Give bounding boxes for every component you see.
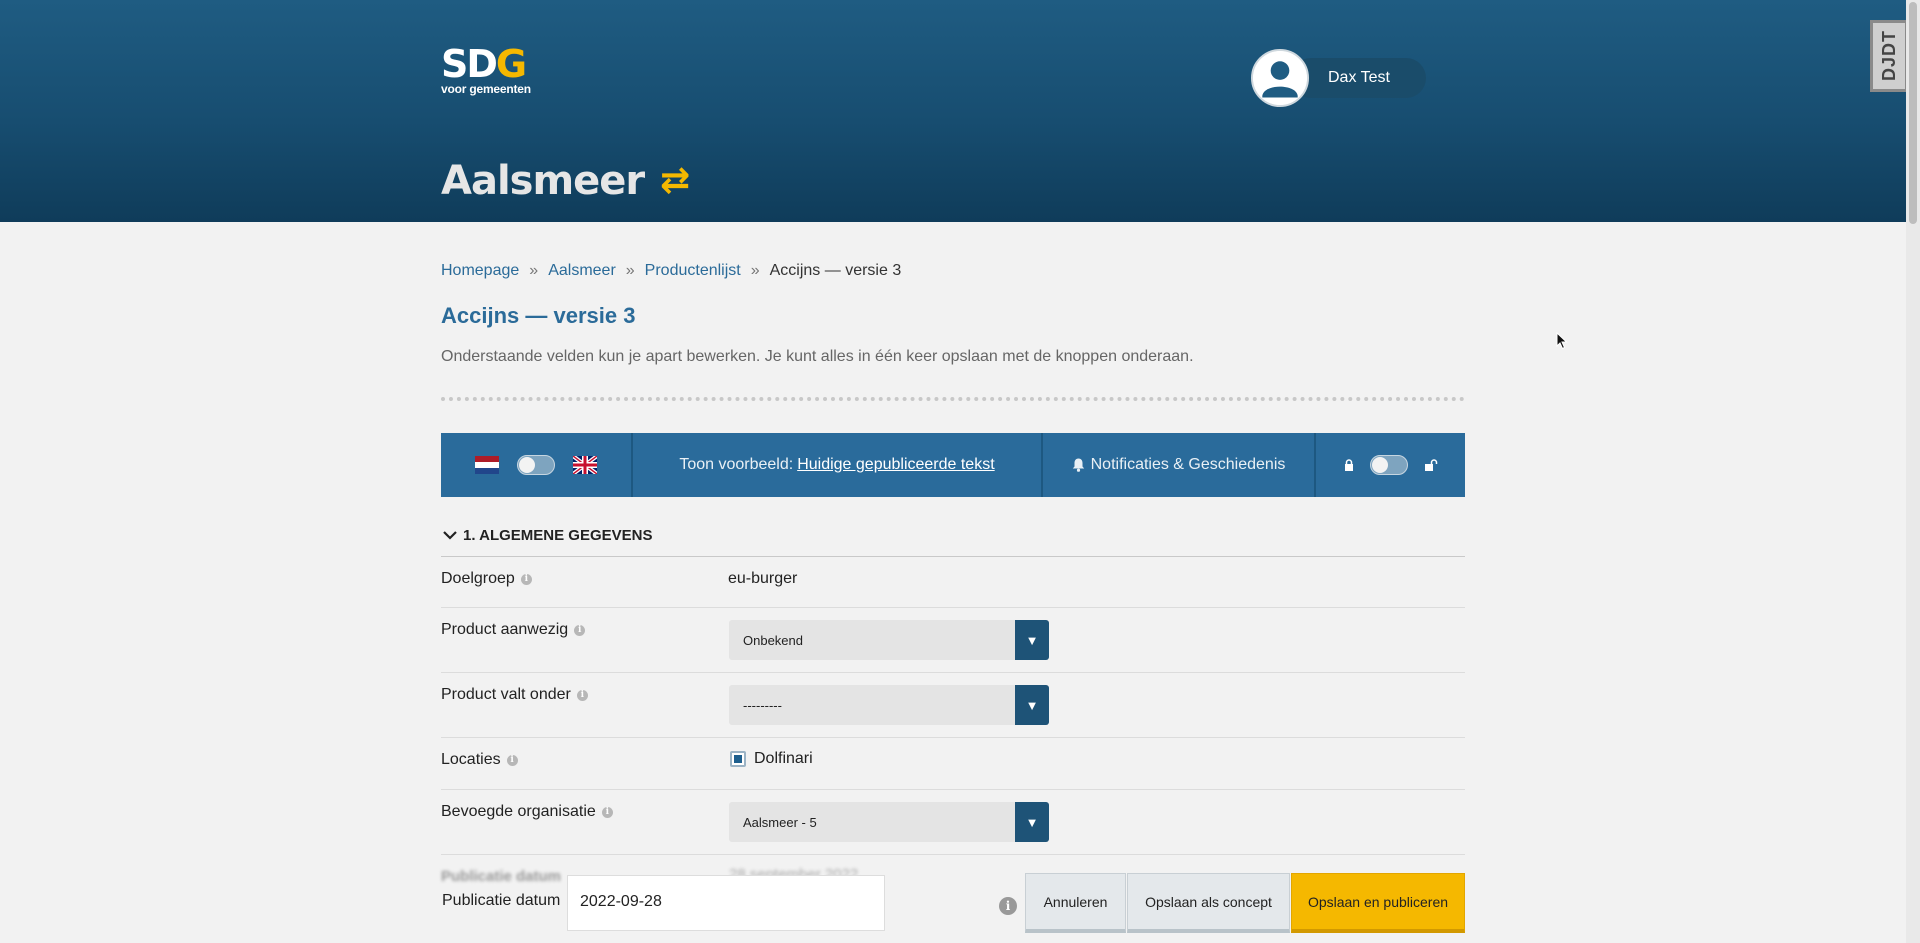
locatie-option: Dolfinari [730,750,813,768]
lock-switch [1316,433,1465,497]
field-label: Locaties i [441,751,518,769]
breadcrumb-productlist[interactable]: Productenlijst [645,262,741,280]
logo-subtitle: voor gemeenten [441,82,531,96]
dropdown-arrow-icon: ▼ [1015,802,1049,842]
info-icon[interactable]: i [574,624,586,636]
lock-toggle[interactable] [1369,455,1408,475]
breadcrumb-separator: » [529,262,539,279]
product-valt-onder-select[interactable]: --------- ▼ [729,685,1049,725]
user-name: Dax Test [1291,58,1426,98]
field-label: Bevoegde organisatie i [441,803,613,821]
page-intro: Onderstaande velden kun je apart bewerke… [441,348,1194,365]
preview-published-link[interactable]: Huidige gepubliceerde tekst [797,456,994,474]
debug-toolbar-handle[interactable]: DJDT [1870,20,1908,92]
field-label: Product aanwezig i [441,621,586,639]
municipality-title: Aalsmeer ⇄ [441,158,690,204]
preview-label: Toon voorbeeld: [679,456,794,473]
language-switch [441,433,633,497]
notifications-label: Notificaties & Geschiedenis [1090,456,1286,473]
unlock-icon [1424,459,1437,471]
switch-municipality-icon[interactable]: ⇄ [660,163,690,199]
bell-icon [1072,458,1084,472]
field-label: Product valt onder i [441,686,588,704]
section-title: 1. ALGEMENE GEGEVENS [463,527,653,544]
info-icon[interactable]: i [601,806,613,818]
notifications-button[interactable]: Notificaties & Geschiedenis [1043,433,1316,497]
chevron-down-icon [443,531,457,540]
info-icon[interactable]: i [576,689,588,701]
user-menu[interactable]: Dax Test [1251,48,1426,108]
site-header: SDG voor gemeenten Dax Test Aalsmeer ⇄ [0,0,1906,222]
breadcrumb: Homepage » Aalsmeer » Productenlijst » A… [441,262,901,280]
logo-accent: G [495,42,527,86]
sdg-logo[interactable]: SDG voor gemeenten [441,44,531,96]
preview-section: Toon voorbeeld: Huidige gepubliceerde te… [633,433,1043,497]
publication-date-input[interactable]: 2022-09-28 [567,875,885,931]
locatie-label: Dolfinari [754,750,813,767]
product-aanwezig-select[interactable]: Onbekend ▼ [729,620,1049,660]
english-flag-icon[interactable] [573,456,597,474]
breadcrumb-separator: » [750,262,760,279]
dutch-flag-icon[interactable] [475,456,499,474]
mouse-cursor-icon [1556,332,1568,350]
field-row-doelgroep: Doelgroep i eu-burger [441,557,1465,608]
doelgroep-value: eu-burger [728,570,798,587]
page-title: Accijns — versie 3 [441,303,636,328]
breadcrumb-municipality[interactable]: Aalsmeer [548,262,616,280]
field-row-bevoegde-organisatie: Bevoegde organisatie i Aalsmeer - 5 ▼ [441,790,1465,855]
cancel-button[interactable]: Annuleren [1025,873,1126,933]
field-row-product-valt-onder: Product valt onder i --------- ▼ [441,673,1465,738]
field-row-locaties: Locaties i Dolfinari [441,738,1465,790]
save-publish-button[interactable]: Opslaan en publiceren [1291,873,1465,933]
breadcrumb-home[interactable]: Homepage [441,262,519,280]
language-toggle[interactable] [517,455,555,475]
dropdown-arrow-icon: ▼ [1015,620,1049,660]
bevoegde-organisatie-select[interactable]: Aalsmeer - 5 ▼ [729,802,1049,842]
divider [441,397,1465,401]
section-general-toggle[interactable]: 1. ALGEMENE GEGEVENS [441,527,1465,557]
municipality-name: Aalsmeer [441,158,645,204]
sticky-action-bar: Publicatie datum 2022-09-28 i Annuleren … [441,873,1465,943]
field-label: Doelgroep i [441,570,532,588]
field-row-product-aanwezig: Product aanwezig i Onbekend ▼ [441,608,1465,673]
info-icon[interactable]: i [506,754,518,766]
user-avatar-icon [1251,49,1309,107]
editor-toolbar: Toon voorbeeld: Huidige gepubliceerde te… [441,433,1465,497]
scrollbar[interactable] [1906,0,1920,943]
info-icon[interactable]: i [520,573,532,585]
save-concept-button[interactable]: Opslaan als concept [1127,873,1290,933]
scrollbar-thumb[interactable] [1909,2,1917,224]
lock-icon [1344,459,1353,471]
locatie-checkbox[interactable] [730,750,746,767]
breadcrumb-separator: » [625,262,635,279]
info-icon[interactable]: i [999,897,1017,915]
logo-text: SD [441,42,498,86]
dropdown-arrow-icon: ▼ [1015,685,1049,725]
publication-date-label: Publicatie datum [442,892,561,909]
breadcrumb-current: Accijns — versie 3 [769,262,902,279]
